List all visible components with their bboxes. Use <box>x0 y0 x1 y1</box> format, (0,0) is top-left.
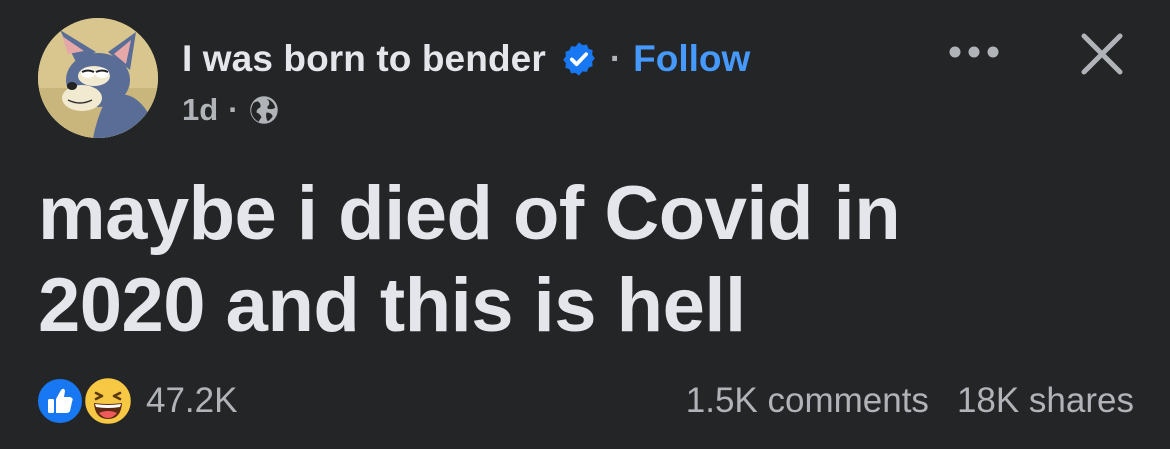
avatar-image <box>38 18 158 138</box>
post-text: maybe i died of Covid in 2020 and this i… <box>38 171 901 348</box>
meta-separator-dot: · <box>228 92 239 127</box>
close-button[interactable] <box>1070 22 1134 86</box>
reactions-summary[interactable]: 47.2K <box>36 372 237 430</box>
follow-button[interactable]: Follow <box>633 38 750 80</box>
post-footer: 47.2K 1.5K comments 18K shares <box>36 372 1134 430</box>
post-card: I was born to bender · Follow 1d · maybe… <box>0 0 1170 449</box>
post-time[interactable]: 1d <box>182 92 218 128</box>
post-stats: 1.5K comments 18K shares <box>686 372 1134 430</box>
more-options-icon <box>949 46 999 58</box>
verified-badge-icon <box>560 40 598 78</box>
reaction-count: 47.2K <box>146 381 238 420</box>
close-icon <box>1081 33 1123 75</box>
post-header: I was born to bender · Follow 1d · <box>182 34 1170 127</box>
globe-icon <box>249 95 279 125</box>
author-row: I was born to bender · Follow <box>182 34 1170 84</box>
comments-count-link[interactable]: 1.5K comments <box>686 381 929 421</box>
like-icon <box>36 377 84 425</box>
separator-dot: · <box>609 39 622 78</box>
post-meta: 1d · <box>182 90 279 130</box>
more-options-button[interactable] <box>942 30 1006 74</box>
shares-count-link[interactable]: 18K shares <box>957 381 1134 421</box>
reaction-icons <box>36 372 140 430</box>
author-name[interactable]: I was born to bender <box>182 38 546 80</box>
avatar[interactable] <box>38 18 158 138</box>
haha-icon <box>82 375 134 427</box>
